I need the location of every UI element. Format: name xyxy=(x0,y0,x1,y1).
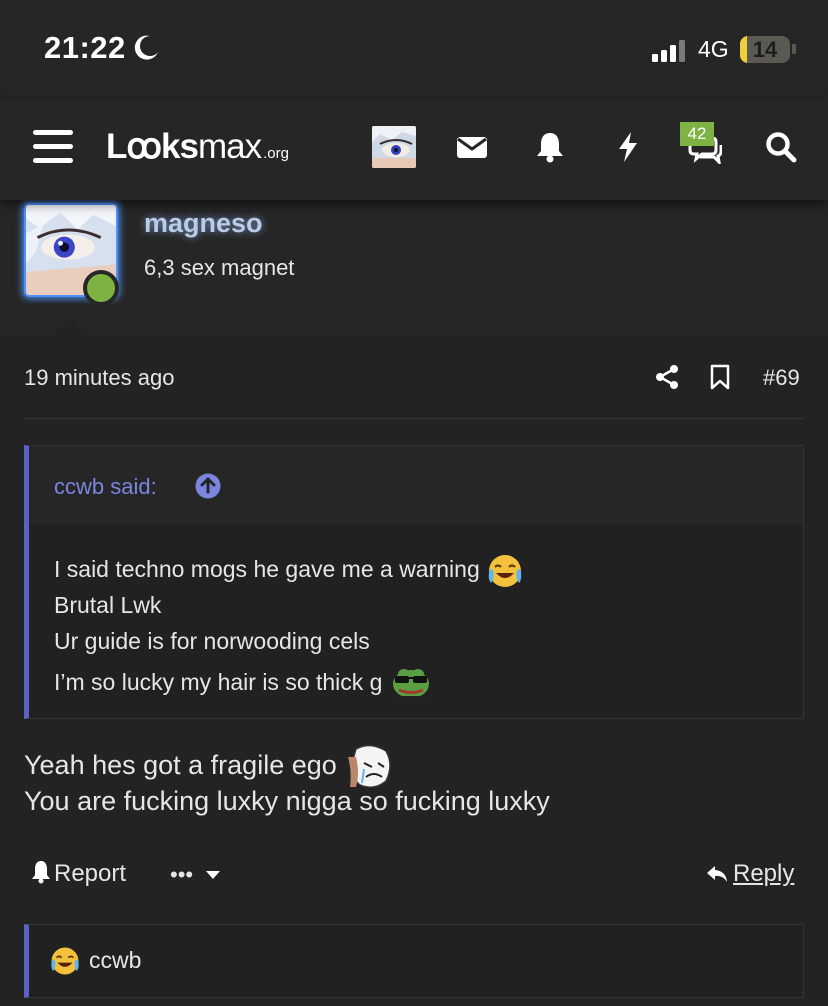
reply-button[interactable]: Reply xyxy=(705,860,794,888)
quote-line-text: I said techno mogs he gave me a warning xyxy=(54,556,480,583)
share-icon[interactable] xyxy=(654,364,680,390)
quote-line: Brutal Lwk xyxy=(54,592,162,618)
battery-indicator: 14 xyxy=(740,36,790,63)
crying-laughing-emoji-icon xyxy=(51,947,79,975)
post-body-line: You are fucking luxky nigga so fucking l… xyxy=(24,786,550,816)
logo-org: .org xyxy=(263,145,289,162)
post-author-block: magneso 6,3 sex magnet xyxy=(0,200,828,337)
bookmark-icon[interactable] xyxy=(709,364,731,390)
quote-line-text: I’m so lucky my hair is so thick g xyxy=(54,669,383,696)
network-type: 4G xyxy=(698,36,729,62)
crying-laughing-emoji-icon xyxy=(488,555,522,587)
battery-level: 14 xyxy=(752,37,778,62)
crying-wojak-emoji-icon xyxy=(348,744,392,788)
bolt-icon[interactable] xyxy=(611,130,645,164)
search-icon[interactable] xyxy=(764,130,798,164)
arrow-up-icon[interactable] xyxy=(195,473,221,499)
mail-icon[interactable] xyxy=(455,130,489,164)
reactions-bar[interactable]: ccwb xyxy=(24,924,804,998)
bell-icon[interactable] xyxy=(533,130,567,164)
post-divider xyxy=(24,418,804,419)
online-status-dot xyxy=(83,270,119,306)
top-navbar: Lꝏksmax .org 42 xyxy=(0,100,828,200)
report-label: Report xyxy=(54,860,127,887)
post-number[interactable]: #69 xyxy=(763,365,800,391)
quote-author[interactable]: ccwb said: xyxy=(54,474,157,500)
author-title: 6,3 sex magnet xyxy=(144,255,295,280)
author-pointer xyxy=(48,318,92,338)
moon-icon xyxy=(134,35,158,60)
reply-label: Reply xyxy=(733,860,795,887)
signal-icon xyxy=(652,40,685,62)
quote-line: Ur guide is for norwooding cels xyxy=(54,628,370,654)
menu-icon[interactable] xyxy=(33,130,73,164)
quote-line: I said techno mogs he gave me a warning xyxy=(54,552,524,590)
author-username[interactable]: magneso xyxy=(144,208,263,239)
pepe-sunglasses-emoji-icon xyxy=(392,669,429,704)
bell-icon xyxy=(32,861,50,884)
logo-max: max xyxy=(197,127,262,166)
post-body-line: Yeah hes got a fragile ego xyxy=(24,743,394,791)
report-button[interactable]: Report xyxy=(30,860,126,888)
messages-badge: 42 xyxy=(680,122,714,146)
nav-avatar[interactable] xyxy=(372,126,416,168)
quote-block: ccwb said: I said techno mogs he gave me… xyxy=(24,445,804,719)
post-timestamp[interactable]: 19 minutes ago xyxy=(24,365,174,391)
reaction-user[interactable]: ccwb xyxy=(89,947,141,974)
quote-header: ccwb said: xyxy=(29,446,803,524)
more-actions-button[interactable]: ••• xyxy=(170,862,221,888)
quote-line: I’m so lucky my hair is so thick g xyxy=(54,664,433,704)
status-bar: 21:22 4G 14 xyxy=(0,0,828,100)
more-label: ••• xyxy=(170,862,194,887)
site-logo[interactable]: Lꝏksmax .org xyxy=(106,127,289,167)
status-time: 21:22 xyxy=(44,30,126,65)
caret-down-icon xyxy=(206,871,221,879)
logo-looks: Lꝏks xyxy=(106,127,199,166)
battery-tip xyxy=(792,44,796,54)
reply-arrow-icon xyxy=(707,866,727,882)
post-body-text: Yeah hes got a fragile ego xyxy=(24,750,337,781)
